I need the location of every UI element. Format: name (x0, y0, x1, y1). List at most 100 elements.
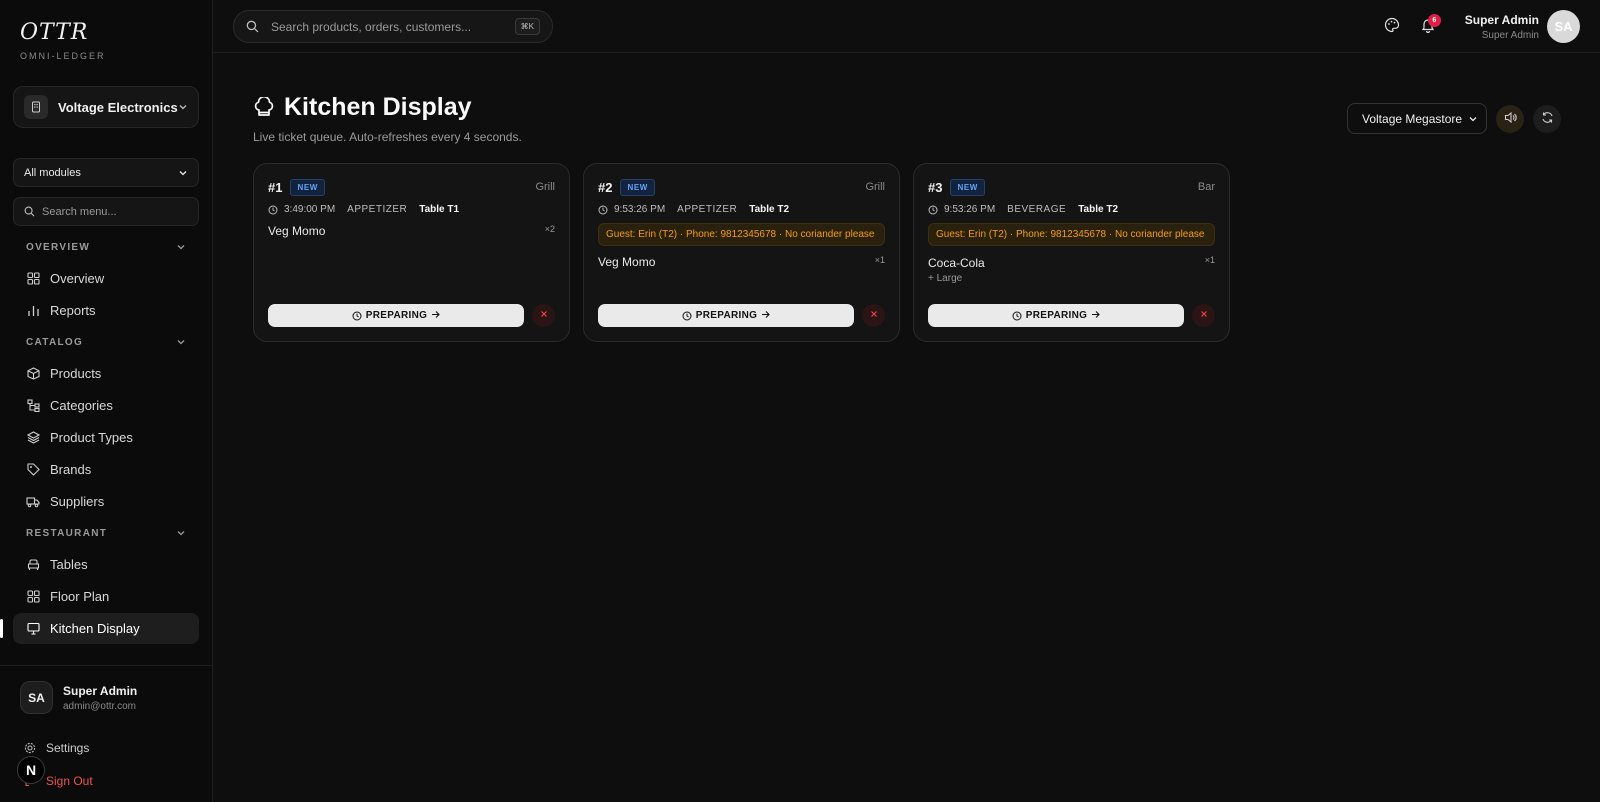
topbar-right: 6 Super Admin Super Admin SA (1371, 0, 1580, 53)
clock-icon (352, 311, 362, 321)
item-quantity: ×1 (874, 255, 885, 265)
arrow-right-icon (1091, 310, 1100, 322)
close-icon (540, 310, 548, 321)
settings-link[interactable]: Settings (24, 741, 89, 755)
section-catalog[interactable]: CATALOG (13, 331, 199, 353)
notification-count-badge: 6 (1427, 13, 1441, 27)
tree-icon (26, 399, 40, 413)
arrow-right-icon (761, 310, 770, 322)
ticket-meta: 3:49:00 PM APPETIZER Table T1 (268, 204, 555, 215)
sidebar-user[interactable]: SA Super Admin admin@ottr.com (20, 681, 137, 714)
menu-search-input[interactable]: Search menu... (13, 197, 199, 226)
sidebar-item-label: Suppliers (50, 494, 105, 509)
cancel-ticket-button[interactable] (1192, 304, 1215, 327)
bar-chart-icon (26, 304, 40, 318)
refresh-button[interactable] (1533, 104, 1561, 133)
gear-icon (24, 742, 36, 754)
sidebar-item-label: Brands (50, 462, 92, 477)
sign-out-label: Sign Out (46, 774, 93, 788)
ticket-actions: PREPARING (598, 304, 885, 327)
sidebar-item-products[interactable]: Products (13, 358, 199, 389)
item-quantity: ×2 (544, 224, 555, 234)
topbar-user-name: Super Admin (1464, 12, 1539, 27)
arrow-right-icon (431, 310, 440, 322)
mark-preparing-button[interactable]: PREPARING (928, 304, 1184, 327)
sidebar-item-label: Product Types (50, 430, 133, 445)
mark-preparing-label: PREPARING (1025, 310, 1088, 321)
clock-icon (1012, 311, 1022, 321)
ticket-line-item: Coca-Cola + Large ×1 (928, 255, 1215, 284)
sidebar-item-brands[interactable]: Brands (13, 454, 199, 485)
ticket-time: 9:53:26 PM (944, 204, 996, 215)
sidebar-item-label: Overview (50, 271, 105, 286)
notifications-button[interactable]: 6 (1413, 12, 1443, 42)
sidebar-item-overview[interactable]: Overview (13, 263, 199, 294)
ticket-queue: #1 NEW Grill 3:49:00 PM APPETIZER Table … (253, 163, 1243, 342)
mark-preparing-button[interactable]: PREPARING (268, 304, 524, 327)
monitor-icon (26, 622, 40, 636)
ticket-header: #3 NEW Bar (928, 178, 1215, 196)
ticket-card: #3 NEW Bar 9:53:26 PM BEVERAGE Table T2 … (913, 163, 1230, 342)
chevron-down-icon (178, 168, 188, 178)
topbar-user-role: Super Admin (1481, 29, 1539, 41)
module-select-value: All modules (24, 166, 81, 179)
shortcut-hint: ⌘K (514, 18, 540, 35)
ticket-card: #1 NEW Grill 3:49:00 PM APPETIZER Table … (253, 163, 570, 342)
section-label: CATALOG (26, 336, 84, 348)
box-icon (26, 367, 40, 381)
sidebar-footer: SA Super Admin admin@ottr.com Settings S… (0, 665, 213, 802)
search-icon (24, 206, 35, 217)
status-badge: NEW (290, 178, 325, 196)
global-search-input[interactable]: Search products, orders, customers... ⌘K (233, 10, 553, 43)
ticket-header: #1 NEW Grill (268, 178, 555, 196)
ticket-meta: 9:53:26 PM APPETIZER Table T2 (598, 204, 885, 215)
sidebar-item-product-types[interactable]: Product Types (13, 422, 199, 453)
sidebar-item-suppliers[interactable]: Suppliers (13, 486, 199, 517)
ticket-line-item: Veg Momo ×1 (598, 255, 885, 269)
ticket-note: Guest: Erin (T2) · Phone: 9812345678 · N… (928, 223, 1215, 246)
section-overview[interactable]: OVERVIEW (13, 236, 199, 258)
topbar-user[interactable]: Super Admin Super Admin (1465, 13, 1539, 41)
truck-icon (26, 495, 40, 509)
organization-switcher[interactable]: Voltage Electronics (13, 86, 199, 128)
settings-label: Settings (46, 741, 90, 755)
ticket-station: Grill (535, 181, 555, 193)
store-select[interactable]: Voltage Megastore (1347, 103, 1487, 134)
palette-icon (1384, 17, 1400, 36)
sidebar-item-floor-plan[interactable]: Floor Plan (13, 581, 199, 612)
brand-subtitle: OMNI-LEDGER (20, 51, 106, 61)
ticket-table: Table T2 (1078, 204, 1119, 215)
clock-icon (682, 311, 692, 321)
avatar[interactable]: SA (1547, 10, 1580, 43)
mark-preparing-label: PREPARING (365, 310, 428, 321)
cancel-ticket-button[interactable] (862, 304, 885, 327)
dev-tools-badge[interactable]: N (17, 756, 45, 784)
store-select-value: Voltage Megastore (1362, 111, 1463, 126)
ticket-header: #2 NEW Grill (598, 178, 885, 196)
status-badge: NEW (620, 178, 655, 196)
chef-hat-icon (253, 96, 275, 119)
chevron-down-icon (176, 337, 186, 347)
item-name: Coca-Cola (928, 256, 985, 270)
section-label: RESTAURANT (26, 527, 108, 539)
sidebar-user-info: Super Admin admin@ottr.com (63, 684, 137, 712)
theme-palette-button[interactable] (1377, 12, 1407, 42)
sidebar-item-kitchen-display[interactable]: Kitchen Display (0, 613, 199, 644)
section-restaurant[interactable]: RESTAURANT (13, 522, 199, 544)
close-icon (870, 310, 878, 321)
grid-icon (26, 272, 40, 286)
sidebar-item-label: Kitchen Display (50, 621, 140, 636)
sidebar-item-tables[interactable]: Tables (13, 549, 199, 580)
ticket-category: BEVERAGE (1007, 204, 1067, 215)
module-select[interactable]: All modules (13, 158, 199, 187)
sidebar-item-reports[interactable]: Reports (13, 295, 199, 326)
mark-preparing-button[interactable]: PREPARING (598, 304, 854, 327)
grid-icon (26, 590, 40, 604)
layers-icon (26, 431, 40, 445)
chevron-down-icon (176, 528, 186, 538)
cancel-ticket-button[interactable] (532, 304, 555, 327)
sound-toggle-button[interactable] (1496, 104, 1524, 133)
sidebar-item-categories[interactable]: Categories (13, 390, 199, 421)
ticket-number: #2 (598, 179, 613, 195)
page-subtitle: Live ticket queue. Auto-refreshes every … (253, 130, 522, 144)
